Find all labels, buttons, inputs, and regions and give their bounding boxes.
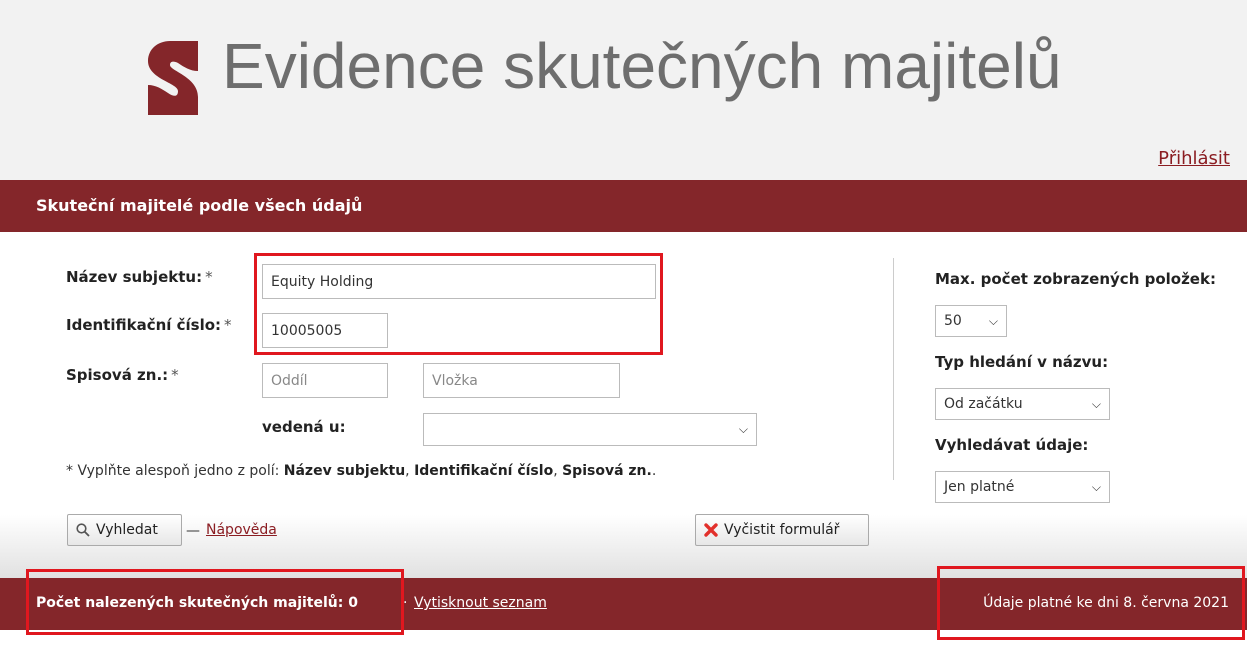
id-label: Identifikační číslo: * — [66, 316, 232, 334]
section-bar: Skuteční majitelé podle všech údajů — [0, 180, 1247, 232]
required-mark: * — [171, 366, 179, 384]
print-list-link[interactable]: Vytisknout seznam — [414, 595, 547, 611]
column-divider — [893, 258, 894, 480]
highlight-box-date — [937, 566, 1245, 640]
section-title: Skuteční majitelé podle všech údajů — [36, 196, 363, 215]
subject-name-label: Název subjektu: * — [66, 268, 213, 286]
chevron-down-icon: ⌵ — [1091, 479, 1101, 494]
required-mark: * — [224, 316, 232, 334]
login-link[interactable]: Přihlásit — [1158, 148, 1230, 169]
site-title: Evidence skutečných majitelů — [222, 30, 1062, 102]
highlight-box-count — [26, 569, 404, 635]
insert-input[interactable]: Vložka — [423, 363, 620, 398]
chevron-down-icon: ⌵ — [988, 313, 998, 328]
clear-form-button[interactable]: Vyčistit formulář — [695, 514, 869, 546]
page-header: Evidence skutečných majitelů Přihlásit — [0, 0, 1247, 180]
search-icon — [76, 523, 90, 537]
help-link[interactable]: Nápověda — [206, 522, 277, 538]
court-label: vedená u: — [262, 418, 346, 436]
section-input[interactable]: Oddíl — [262, 363, 388, 398]
search-data-label: Vyhledávat údaje: — [935, 436, 1089, 454]
highlight-box-identity — [254, 253, 663, 355]
file-number-label: Spisová zn.: * — [66, 366, 179, 384]
required-hint: * Vyplňte alespoň jedno z polí: Název su… — [66, 463, 657, 479]
search-type-select[interactable]: Od začátku ⌵ — [935, 388, 1110, 420]
search-data-select[interactable]: Jen platné ⌵ — [935, 471, 1110, 503]
search-type-label: Typ hledání v názvu: — [935, 353, 1109, 371]
search-button[interactable]: Vyhledat — [67, 514, 182, 546]
max-items-label: Max. počet zobrazených položek: — [935, 270, 1216, 288]
chevron-down-icon: ⌵ — [1091, 396, 1101, 411]
court-select[interactable]: ⌵ — [423, 413, 757, 446]
help-separator: — — [186, 523, 200, 539]
chevron-down-icon: ⌵ — [738, 422, 748, 436]
close-icon — [704, 523, 718, 537]
max-items-select[interactable]: 50 ⌵ — [935, 305, 1007, 337]
logo-icon — [148, 41, 198, 115]
required-mark: * — [205, 268, 213, 286]
